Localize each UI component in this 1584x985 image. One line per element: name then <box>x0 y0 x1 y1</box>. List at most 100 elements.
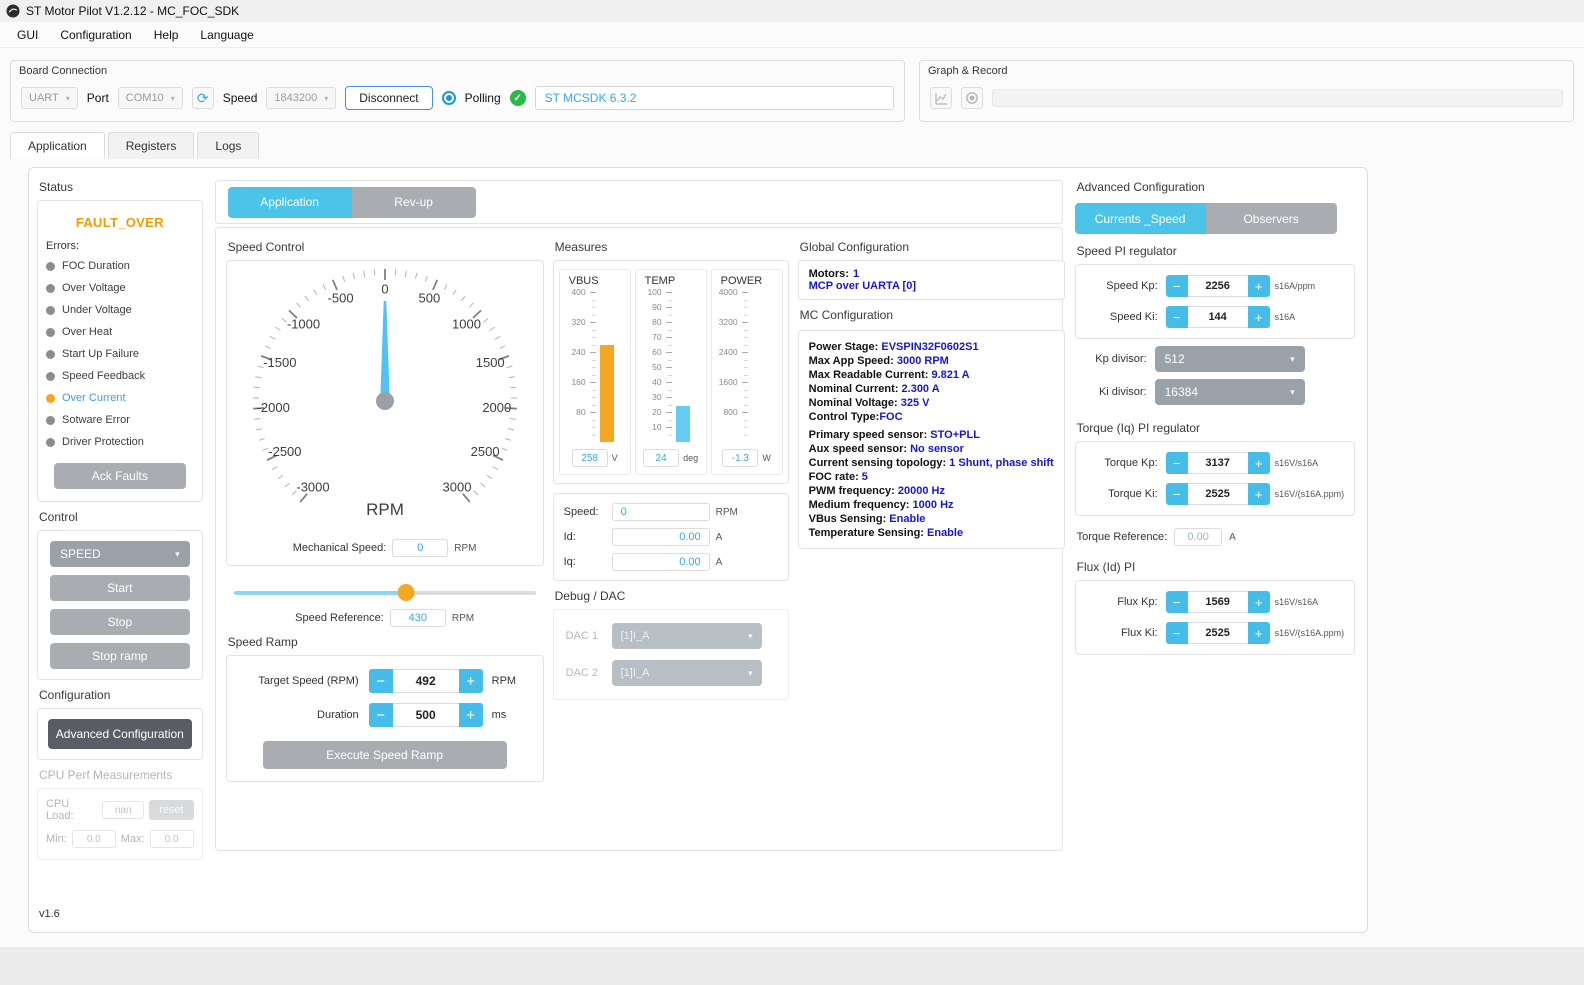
menu-configuration[interactable]: Configuration <box>49 24 142 46</box>
flux-kp-row: Flux Kp: − 1569 + s16V/s16A <box>1086 591 1345 613</box>
speed-ki-increment[interactable]: + <box>1247 306 1270 328</box>
flux-kp-value[interactable]: 1569 <box>1187 591 1248 613</box>
target-speed-increment[interactable]: + <box>458 669 483 693</box>
mc-config-line: VBus Sensing: Enable <box>808 513 926 525</box>
torque-kp-value[interactable]: 3137 <box>1187 452 1248 474</box>
speed-id-iq-box: Speed: 0 RPM Id: 0.00 A Iq: 0.00 A <box>552 493 789 581</box>
refresh-ports-button[interactable]: ⟳ <box>191 87 214 109</box>
target-speed-unit: RPM <box>491 675 517 687</box>
torque-ki-value[interactable]: 2525 <box>1187 483 1248 505</box>
flux-ki-row: Flux Ki: − 2525 + s16V/(s16A.ppm) <box>1086 622 1344 644</box>
torque-ki-decrement[interactable]: − <box>1165 483 1188 505</box>
flux-ki-value[interactable]: 2525 <box>1187 622 1248 644</box>
status-title: Status <box>39 180 74 194</box>
bus-select-value: UART <box>29 92 59 104</box>
port-select[interactable]: COM10 ▾ <box>117 87 183 109</box>
speed-kp-value[interactable]: 2256 <box>1187 275 1248 297</box>
stop-button[interactable]: Stop <box>50 609 190 635</box>
target-speed-value[interactable]: 492 <box>392 669 459 693</box>
bus-select[interactable]: UART ▾ <box>21 87 78 109</box>
vgauge-value: -1.3 <box>722 449 759 467</box>
iq-measure-label: Iq: <box>563 556 576 568</box>
graph-record-title: Graph & Record <box>928 65 1008 77</box>
kp-divisor-select[interactable]: 512 ▾ <box>1154 346 1305 372</box>
speed-reference-value[interactable]: 430 <box>389 609 446 627</box>
center-tab-application[interactable]: Application <box>227 186 352 218</box>
duration-value[interactable]: 500 <box>392 703 459 727</box>
menu-language[interactable]: Language <box>189 24 264 46</box>
control-box: SPEED ▾ Start Stop Stop ramp <box>37 530 203 680</box>
flux-kp-decrement[interactable]: − <box>1165 591 1188 613</box>
disconnect-button[interactable]: Disconnect <box>345 86 433 110</box>
gauge-unit: RPM <box>366 500 404 519</box>
flux-ki-increment[interactable]: + <box>1247 622 1270 644</box>
vgauge-bar <box>599 292 614 442</box>
advanced-configuration-button[interactable]: Advanced Configuration <box>48 719 192 749</box>
mc-config-line: Max App Speed: 3000 RPM <box>808 355 949 367</box>
polling-radio[interactable] <box>441 91 456 105</box>
adv-tab-currents-speed[interactable]: Currents _Speed <box>1074 203 1206 234</box>
menubar: GUI Configuration Help Language <box>0 22 1584 48</box>
vgauge-unit: V <box>611 453 618 463</box>
torque-kp-increment[interactable]: + <box>1247 452 1270 474</box>
id-measure-value: 0.00 <box>611 528 710 546</box>
error-led-icon <box>46 393 55 403</box>
speed-slider-handle[interactable] <box>397 584 415 601</box>
torque-ki-increment[interactable]: + <box>1247 483 1270 505</box>
error-led-icon <box>46 371 55 381</box>
torque-kp-row: Torque Kp: − 3137 + s16V/s16A <box>1086 452 1345 474</box>
execute-speed-ramp-button[interactable]: Execute Speed Ramp <box>262 741 507 769</box>
ki-divisor-select[interactable]: 16384 ▾ <box>1154 379 1305 405</box>
vgauge: TEMP 10 20 30 40 50 60 70 80 90 100 24 deg <box>634 269 707 475</box>
adv-tab-observers[interactable]: Observers <box>1205 203 1337 234</box>
svg-text:-2500: -2500 <box>268 444 301 459</box>
dac1-select[interactable]: [1]I_A ▾ <box>611 623 762 649</box>
port-label: Port <box>86 91 109 105</box>
baud-select[interactable]: 1843200 ▾ <box>266 87 337 109</box>
vgauge-title: POWER <box>720 275 763 287</box>
control-mode-select[interactable]: SPEED ▾ <box>50 541 190 567</box>
speed-kp-decrement[interactable]: − <box>1165 275 1188 297</box>
menu-help[interactable]: Help <box>143 24 190 46</box>
center-tab-revup[interactable]: Rev-up <box>351 186 476 218</box>
flux-kp-increment[interactable]: + <box>1247 591 1270 613</box>
graph-button[interactable] <box>930 87 952 109</box>
tab-application[interactable]: Application <box>10 132 105 159</box>
kp-divisor-row: Kp divisor: 512 ▾ <box>1075 346 1356 372</box>
speed-kp-increment[interactable]: + <box>1247 275 1270 297</box>
flux-ki-decrement[interactable]: − <box>1165 622 1188 644</box>
target-speed-decrement[interactable]: − <box>368 669 393 693</box>
tab-registers[interactable]: Registers <box>107 132 195 159</box>
debug-dac-title: Debug / DAC <box>554 589 626 603</box>
board-connection-group: Board Connection UART ▾ Port COM10 ▾ ⟳ S… <box>10 60 905 122</box>
flux-kp-label: Flux Kp: <box>1117 596 1158 608</box>
dac2-select[interactable]: [1]I_A ▾ <box>611 660 762 686</box>
duration-unit: ms <box>491 709 507 721</box>
dac2-value: [1]I_A <box>620 667 650 679</box>
torque-kp-decrement[interactable]: − <box>1165 452 1188 474</box>
speed-ki-row: Speed Ki: − 144 + s16A <box>1086 306 1345 328</box>
svg-text:0: 0 <box>381 282 388 297</box>
svg-text:-500: -500 <box>327 291 353 306</box>
status-box: FAULT_OVER Errors: FOC Duration Over Volt… <box>37 200 203 502</box>
graph-record-group: Graph & Record <box>919 60 1574 122</box>
cpu-min-label: Min: <box>46 833 67 845</box>
duration-decrement[interactable]: − <box>368 703 393 727</box>
ack-faults-button[interactable]: Ack Faults <box>53 463 186 489</box>
duration-increment[interactable]: + <box>458 703 483 727</box>
firmware-field[interactable]: ST MCSDK 6.3.2 <box>534 86 894 110</box>
tab-logs[interactable]: Logs <box>197 132 260 159</box>
menu-gui[interactable]: GUI <box>6 24 49 46</box>
cpu-reset-button[interactable]: reset <box>149 800 194 820</box>
torque-reference-value[interactable]: 0.00 <box>1174 528 1223 546</box>
dac1-row: DAC 1 [1]I_A ▾ <box>566 623 776 649</box>
speed-reference-slider[interactable] <box>233 583 536 603</box>
record-button[interactable] <box>961 87 983 109</box>
stop-ramp-button[interactable]: Stop ramp <box>50 643 190 669</box>
control-mode-value: SPEED <box>60 547 101 561</box>
global-config-title: Global Configuration <box>799 240 910 254</box>
speed-ki-value[interactable]: 144 <box>1187 306 1248 328</box>
speed-ki-decrement[interactable]: − <box>1165 306 1188 328</box>
cpu-load-label: CPU Load: <box>46 798 74 822</box>
start-button[interactable]: Start <box>50 575 190 601</box>
